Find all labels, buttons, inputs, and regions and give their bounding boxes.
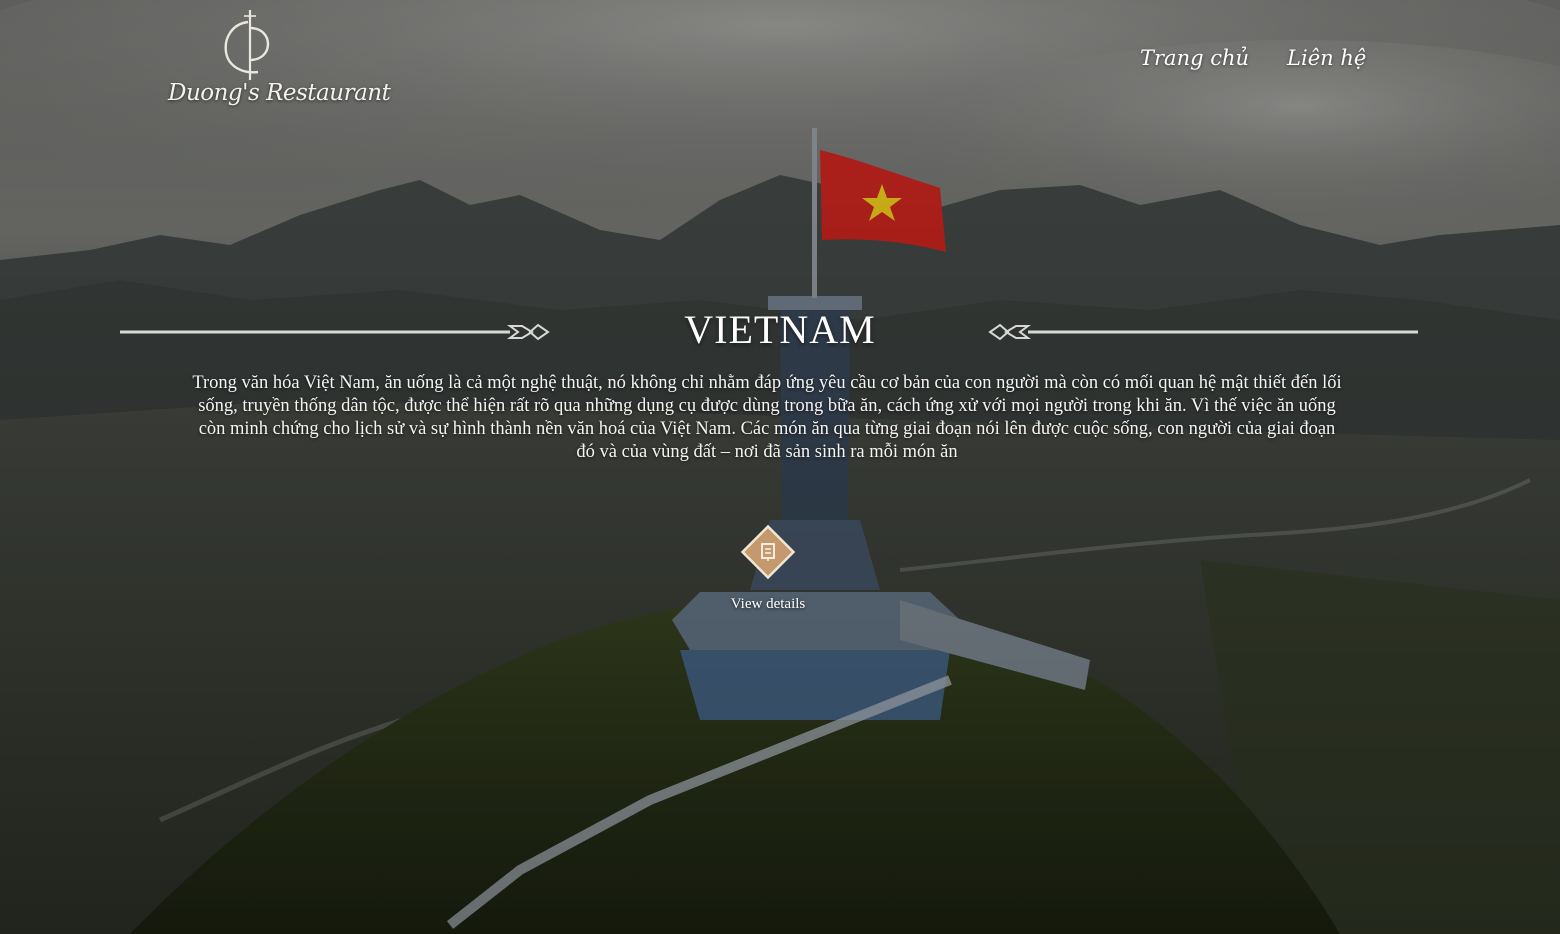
restaurant-name: Duong's Restaurant bbox=[168, 80, 391, 106]
view-details-button[interactable]: View details bbox=[718, 524, 818, 616]
restaurant-logo[interactable]: Duong's Restaurant bbox=[168, 8, 391, 118]
hero-title: VIETNAM bbox=[684, 307, 876, 352]
main-nav: Trang chủ Liên hệ bbox=[1140, 46, 1366, 70]
nav-home-link[interactable]: Trang chủ bbox=[1140, 46, 1249, 70]
hero-background-image bbox=[0, 0, 1560, 934]
view-details-label: View details bbox=[730, 596, 806, 612]
logo-emblem-icon bbox=[224, 10, 270, 80]
document-icon bbox=[740, 524, 796, 580]
nav-contact-link[interactable]: Liên hệ bbox=[1287, 46, 1366, 70]
hero-description: Trong văn hóa Việt Nam, ăn uống là cả mộ… bbox=[192, 373, 1342, 462]
